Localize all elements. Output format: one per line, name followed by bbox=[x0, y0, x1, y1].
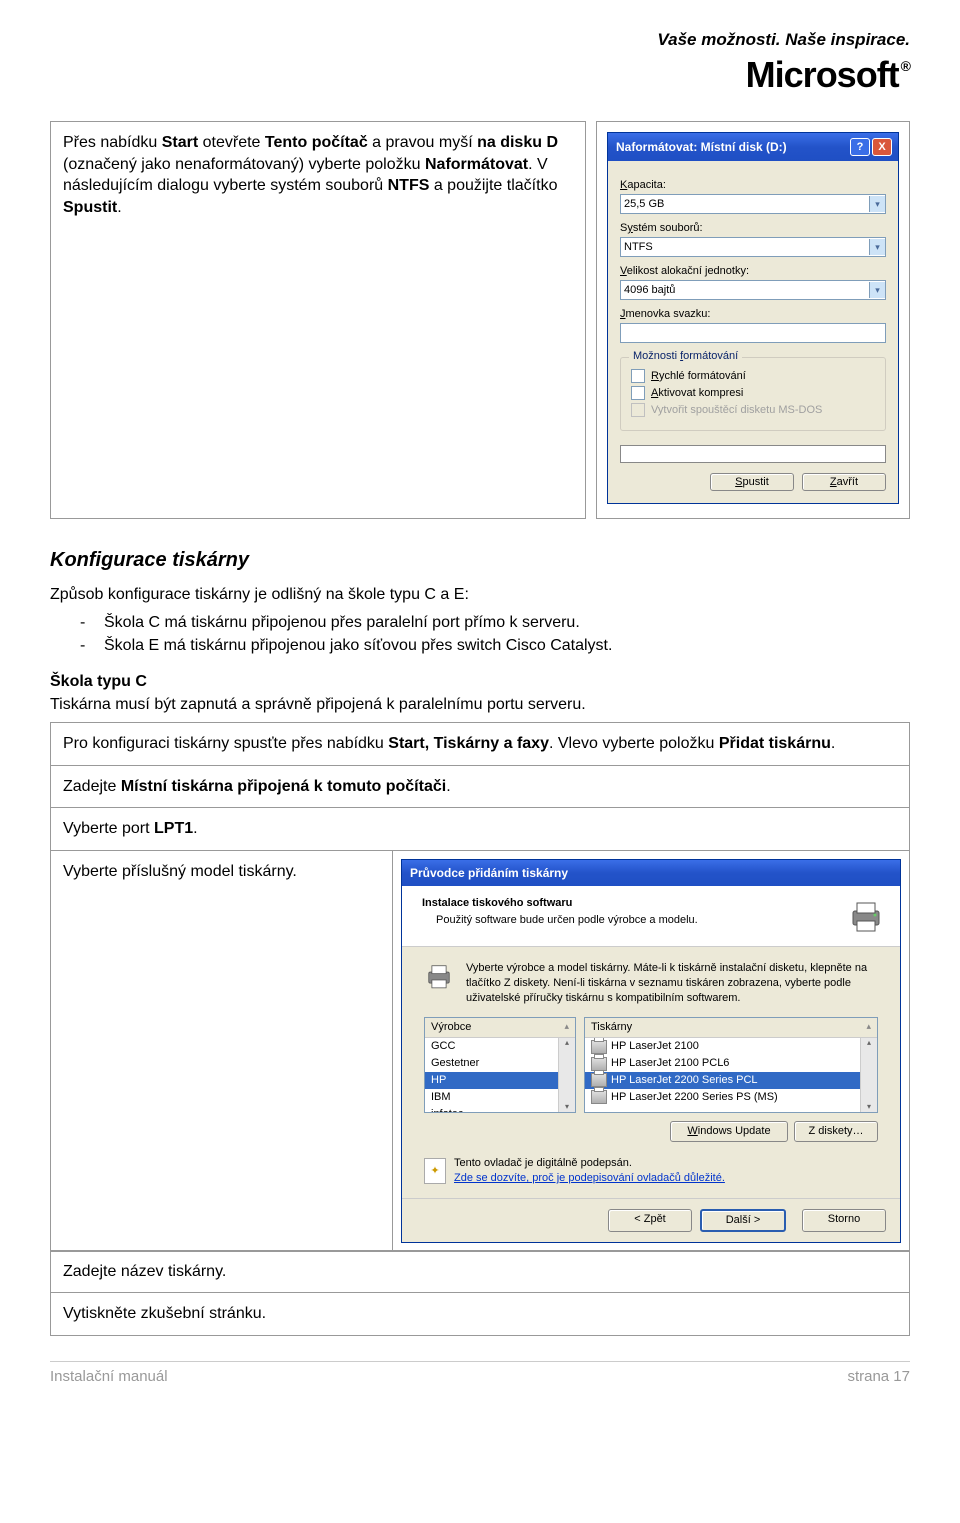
printer-item-icon bbox=[591, 1057, 607, 1071]
printer-item-icon bbox=[591, 1090, 607, 1104]
allocation-label: Velikost alokační jednotky: bbox=[620, 265, 886, 277]
capacity-label: Kapacita: bbox=[620, 179, 886, 191]
list-item[interactable]: HP LaserJet 2200 Series PCL bbox=[585, 1072, 877, 1089]
start-button[interactable]: Spustit bbox=[710, 473, 794, 491]
chevron-down-icon: ▾ bbox=[869, 239, 885, 255]
format-options-group: Možnosti formátování bbox=[629, 350, 742, 362]
filesystem-select[interactable]: NTFS▾ bbox=[620, 237, 886, 257]
footer-right: strana 17 bbox=[847, 1368, 910, 1385]
capacity-select[interactable]: 25,5 GB▾ bbox=[620, 194, 886, 214]
list-item[interactable]: HP LaserJet 2200 Series PS (MS) bbox=[585, 1089, 877, 1106]
volume-label-label: Jmenovka svazku: bbox=[620, 308, 886, 320]
wizard-subheading: Použitý software bude určen podle výrobc… bbox=[436, 913, 698, 928]
microsoft-logo: Microsoft® bbox=[746, 54, 910, 96]
step-row-3: Vyberte port LPT1. bbox=[50, 807, 910, 851]
compression-checkbox[interactable]: Aktivovat kompresi bbox=[631, 386, 875, 400]
step-row-4: Vyberte příslušný model tiskárny. bbox=[50, 850, 392, 1252]
help-icon[interactable]: ? bbox=[850, 138, 870, 156]
wizard-instructions: Vyberte výrobce a model tiskárny. Máte-l… bbox=[466, 961, 878, 1006]
back-button[interactable]: < Zpět bbox=[608, 1209, 692, 1232]
next-button[interactable]: Další > bbox=[700, 1209, 786, 1232]
bullet-item: Škola E má tiskárnu připojenou jako síťo… bbox=[80, 635, 910, 657]
list-item[interactable]: HP LaserJet 2100 bbox=[585, 1038, 877, 1055]
chevron-up-icon: ▴ bbox=[564, 1020, 569, 1035]
footer-left: Instalační manuál bbox=[50, 1368, 168, 1385]
dialog-title: Naformátovat: Místní disk (D:) bbox=[616, 140, 848, 154]
step-row-6: Vytiskněte zkušební stránku. bbox=[50, 1292, 910, 1336]
list-item[interactable]: Gestetner bbox=[425, 1055, 575, 1072]
tagline: Vaše možnosti. Naše inspirace. bbox=[50, 30, 910, 50]
printer-small-icon bbox=[424, 961, 454, 1006]
section-heading: Konfigurace tiskárny bbox=[50, 549, 910, 572]
subheading: Škola typu C Tiskárna musí být zapnutá a… bbox=[50, 671, 910, 716]
list-item[interactable]: IBM bbox=[425, 1089, 575, 1106]
vendor-listbox[interactable]: Výrobce▴ GCC Gestetner HP IBM infotec ▴▾ bbox=[424, 1017, 576, 1113]
step-row-2: Zadejte Místní tiskárna připojená k tomu… bbox=[50, 765, 910, 809]
signing-info-link[interactable]: Zde se dozvíte, proč je podepisování ovl… bbox=[454, 1172, 725, 1184]
step-row-1: Pro konfiguraci tiskárny spusťte přes na… bbox=[50, 722, 910, 766]
cancel-button[interactable]: Storno bbox=[802, 1209, 886, 1232]
wizard-heading: Instalace tiskového softwaru bbox=[422, 896, 698, 911]
bullet-item: Škola C má tiskárnu připojenou přes para… bbox=[80, 612, 910, 634]
list-item[interactable]: infotec bbox=[425, 1106, 575, 1113]
signed-text: Tento ovladač je digitálně podepsán. bbox=[454, 1156, 725, 1171]
from-disk-button[interactable]: Z diskety… bbox=[794, 1121, 878, 1142]
quick-format-checkbox[interactable]: Rychlé formátování bbox=[631, 369, 875, 383]
msdos-boot-checkbox: Vytvořit spouštěcí disketu MS-DOS bbox=[631, 403, 875, 417]
allocation-select[interactable]: 4096 bajtů▾ bbox=[620, 280, 886, 300]
certificate-icon: ✦ bbox=[424, 1158, 446, 1184]
scrollbar[interactable]: ▴▾ bbox=[558, 1038, 575, 1112]
windows-update-button[interactable]: Windows Update bbox=[670, 1121, 788, 1142]
chevron-down-icon: ▾ bbox=[869, 282, 885, 298]
format-progress bbox=[620, 445, 886, 463]
list-item[interactable]: HP LaserJet 2100 PCL6 bbox=[585, 1055, 877, 1072]
printer-icon bbox=[846, 896, 886, 936]
chevron-up-icon: ▴ bbox=[866, 1020, 871, 1035]
list-item[interactable]: GCC bbox=[425, 1038, 575, 1055]
printer-item-icon bbox=[591, 1073, 607, 1087]
printer-listbox[interactable]: Tiskárny▴ HP LaserJet 2100 HP LaserJet 2… bbox=[584, 1017, 878, 1113]
wizard-title: Průvodce přidáním tiskárny bbox=[410, 865, 894, 881]
scrollbar[interactable]: ▴▾ bbox=[860, 1038, 877, 1112]
close-icon[interactable]: X bbox=[872, 138, 892, 156]
section-intro: Způsob konfigurace tiskárny je odlišný n… bbox=[50, 584, 910, 606]
instruction-cell-format: Přes nabídku Start otevřete Tento počíta… bbox=[50, 121, 586, 519]
chevron-down-icon: ▾ bbox=[869, 196, 885, 212]
printer-item-icon bbox=[591, 1040, 607, 1054]
close-button[interactable]: Zavřít bbox=[802, 473, 886, 491]
format-dialog-screenshot: Naformátovat: Místní disk (D:) ? X Kapac… bbox=[596, 121, 910, 519]
wizard-screenshot: Průvodce přidáním tiskárny Instalace tis… bbox=[392, 850, 910, 1252]
list-item[interactable]: HP bbox=[425, 1072, 575, 1089]
volume-label-input[interactable] bbox=[620, 323, 886, 343]
filesystem-label: Systém souborů: bbox=[620, 222, 886, 234]
step-row-5: Zadejte název tiskárny. bbox=[50, 1250, 910, 1294]
